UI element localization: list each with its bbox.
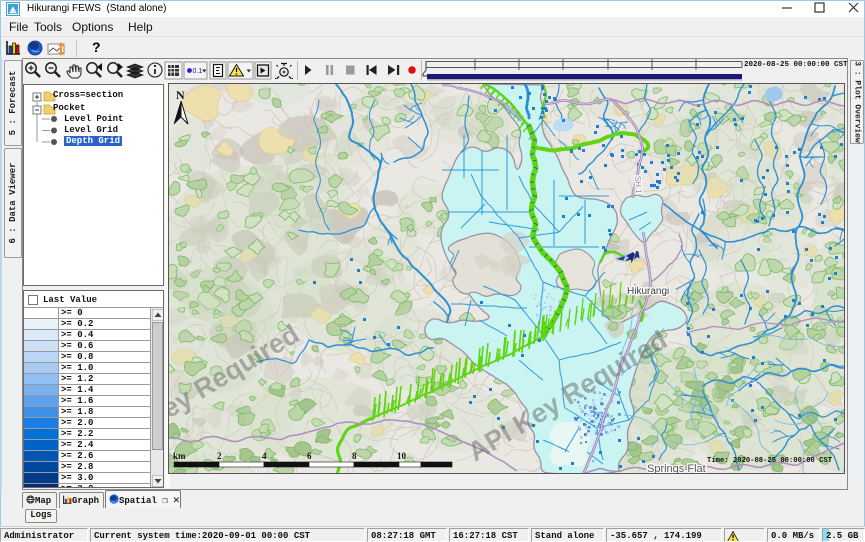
svg-text:Time: 2020-08-25 00:00:00 CST: Time: 2020-08-25 00:00:00 CST [707, 457, 833, 465]
svg-text:4: 4 [262, 451, 267, 461]
svg-text:Hikurangi: Hikurangi [627, 286, 669, 297]
svg-text:km: km [173, 451, 186, 461]
svg-text:N: N [176, 88, 185, 102]
svg-text:6: 6 [307, 451, 312, 461]
svg-text:10: 10 [397, 451, 407, 461]
svg-text:8: 8 [352, 451, 357, 461]
svg-text:2: 2 [217, 451, 222, 461]
svg-text:0.1: 0.1 [193, 68, 203, 75]
svg-text:SH 1: SH 1 [633, 176, 643, 195]
svg-text:Springs Flat: Springs Flat [647, 463, 706, 474]
